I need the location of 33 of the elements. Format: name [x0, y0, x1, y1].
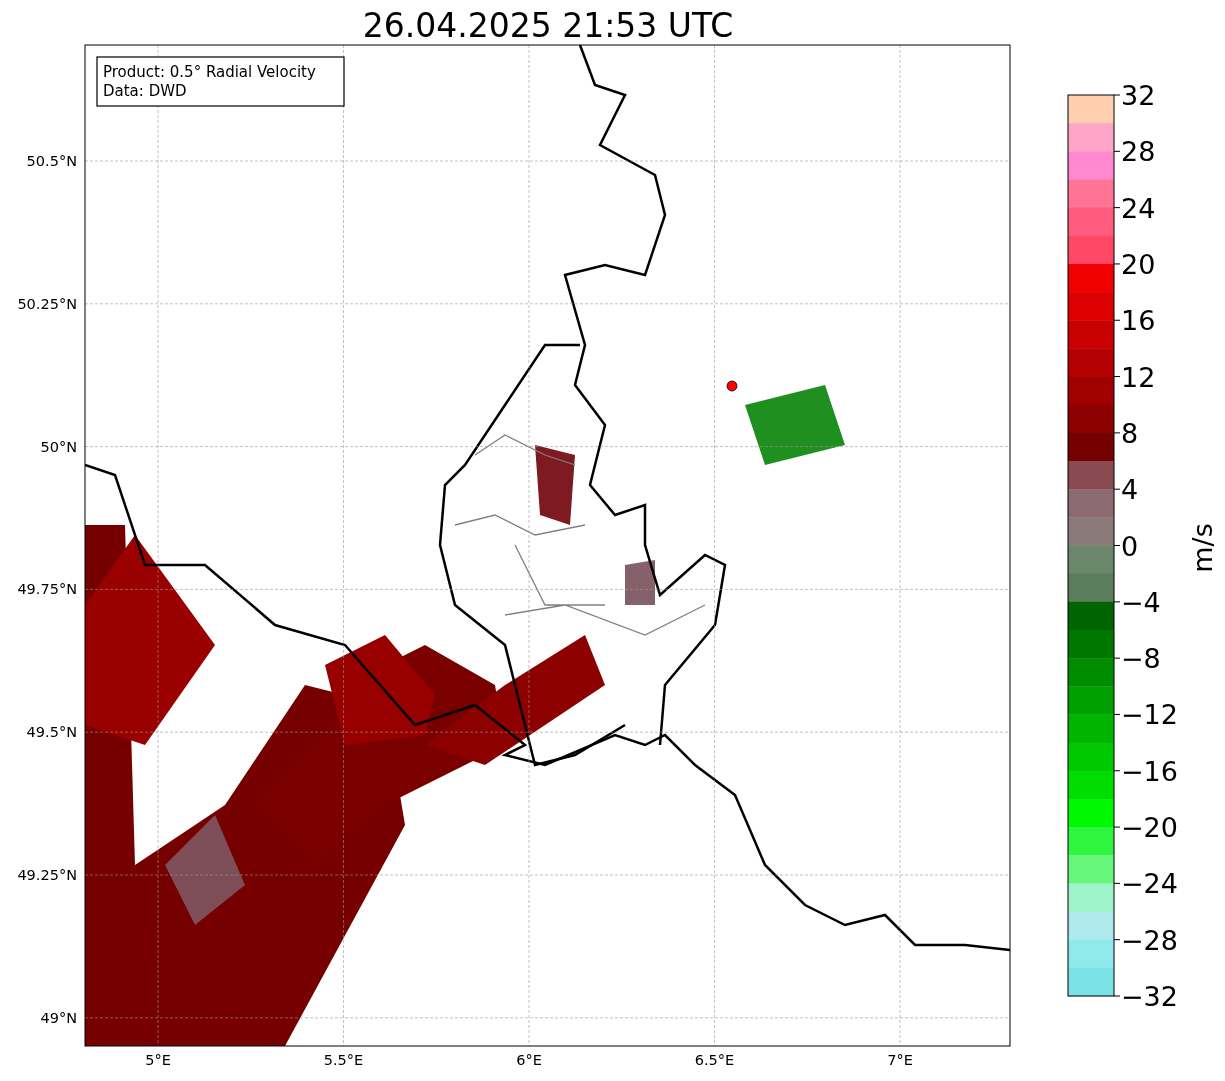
colorbar-tick-label: −16 — [1121, 755, 1178, 787]
colorbar-tick-label: 20 — [1121, 248, 1156, 280]
colorbar-tick-label: 12 — [1121, 361, 1156, 393]
colorbar-tick-label: 28 — [1121, 136, 1156, 168]
longitude-label: 7°E — [887, 1052, 913, 1068]
colorbar-tick-label: 32 — [1121, 80, 1156, 111]
legend-text: Product: 0.5° Radial Velocity — [103, 63, 316, 81]
longitude-label: 6°E — [516, 1052, 542, 1068]
colorbar-tick-label: 24 — [1121, 192, 1156, 224]
latitude-label: 49°N — [40, 1009, 77, 1026]
latitude-label: 49.25°N — [17, 867, 77, 883]
colorbar-tick-label: −12 — [1121, 699, 1178, 731]
colorbar-tick-label: 8 — [1121, 417, 1139, 449]
latitude-label: 49.75°N — [17, 581, 77, 598]
colorbar-unit-label: m/s — [1187, 523, 1218, 573]
legend-text: Data: DWD — [103, 82, 187, 100]
chart-title: 26.04.2025 21:53 UTC — [362, 6, 734, 45]
colorbar-tick-label: −28 — [1121, 924, 1178, 956]
colorbar-tick-label: −4 — [1121, 586, 1161, 618]
colorbar-tick-label: −32 — [1121, 981, 1178, 1012]
latitude-label: 50°N — [40, 438, 77, 455]
latitude-label: 49.5°N — [26, 724, 77, 741]
longitude-label: 5°E — [145, 1052, 171, 1068]
colorbar-tick-label: −24 — [1121, 868, 1178, 900]
latitude-label: 50.5°N — [26, 153, 77, 169]
colorbar-tick-label: −8 — [1121, 643, 1161, 675]
longitude-label: 6.5°E — [694, 1052, 735, 1068]
longitude-label: 5.5°E — [323, 1052, 364, 1068]
latitude-label: 50.25°N — [17, 295, 77, 312]
colorbar-tick-label: 0 — [1121, 530, 1139, 562]
colorbar-tick-label: −20 — [1121, 812, 1178, 844]
colorbar-tick-label: 16 — [1121, 305, 1156, 337]
colorbar-tick-label: 4 — [1121, 474, 1139, 506]
